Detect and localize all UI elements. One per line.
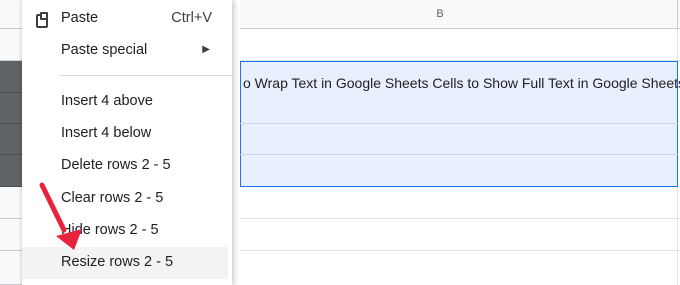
column-resize-handle[interactable] — [677, 0, 678, 29]
delete-rows-label: Delete rows 2 - 5 — [61, 157, 171, 173]
hide-rows-menu-item[interactable]: Hide rows 2 - 5 — [22, 215, 228, 247]
insert-above-label: Insert 4 above — [61, 93, 153, 109]
paste-label: Paste — [61, 10, 99, 26]
column-header-label: B — [436, 8, 444, 20]
paste-shortcut: Ctrl+V — [171, 10, 212, 26]
paste-menu-item[interactable]: Paste Ctrl+V — [22, 3, 228, 35]
column-header-b[interactable]: B — [240, 0, 680, 29]
grid-row[interactable] — [240, 219, 680, 251]
paste-special-menu-item[interactable]: Paste special ▶ — [22, 35, 228, 67]
cell-b2-text[interactable]: o Wrap Text in Google Sheets Cells to Sh… — [243, 75, 680, 91]
clipboard-icon — [36, 12, 48, 28]
clear-rows-label: Clear rows 2 - 5 — [61, 190, 164, 206]
row-divider — [240, 154, 678, 155]
delete-rows-menu-item[interactable]: Delete rows 2 - 5 — [22, 150, 228, 182]
resize-rows-label: Resize rows 2 - 5 — [61, 254, 174, 270]
paste-special-label: Paste special — [61, 42, 148, 58]
grid-row[interactable] — [240, 187, 680, 219]
grid-row[interactable] — [240, 29, 680, 61]
resize-rows-menu-item[interactable]: Resize rows 2 - 5 — [22, 247, 228, 279]
submenu-arrow-icon: ▶ — [202, 44, 210, 55]
insert-below-label: Insert 4 below — [61, 125, 152, 141]
insert-above-menu-item[interactable]: Insert 4 above — [22, 86, 228, 118]
row-divider — [240, 123, 678, 124]
grid-row[interactable] — [240, 251, 680, 285]
hide-rows-label: Hide rows 2 - 5 — [61, 222, 159, 238]
insert-below-menu-item[interactable]: Insert 4 below — [22, 118, 228, 150]
menu-divider — [60, 75, 232, 76]
clear-rows-menu-item[interactable]: Clear rows 2 - 5 — [22, 183, 228, 215]
context-menu: Paste Ctrl+V Paste special ▶ Insert 4 ab… — [22, 0, 232, 285]
